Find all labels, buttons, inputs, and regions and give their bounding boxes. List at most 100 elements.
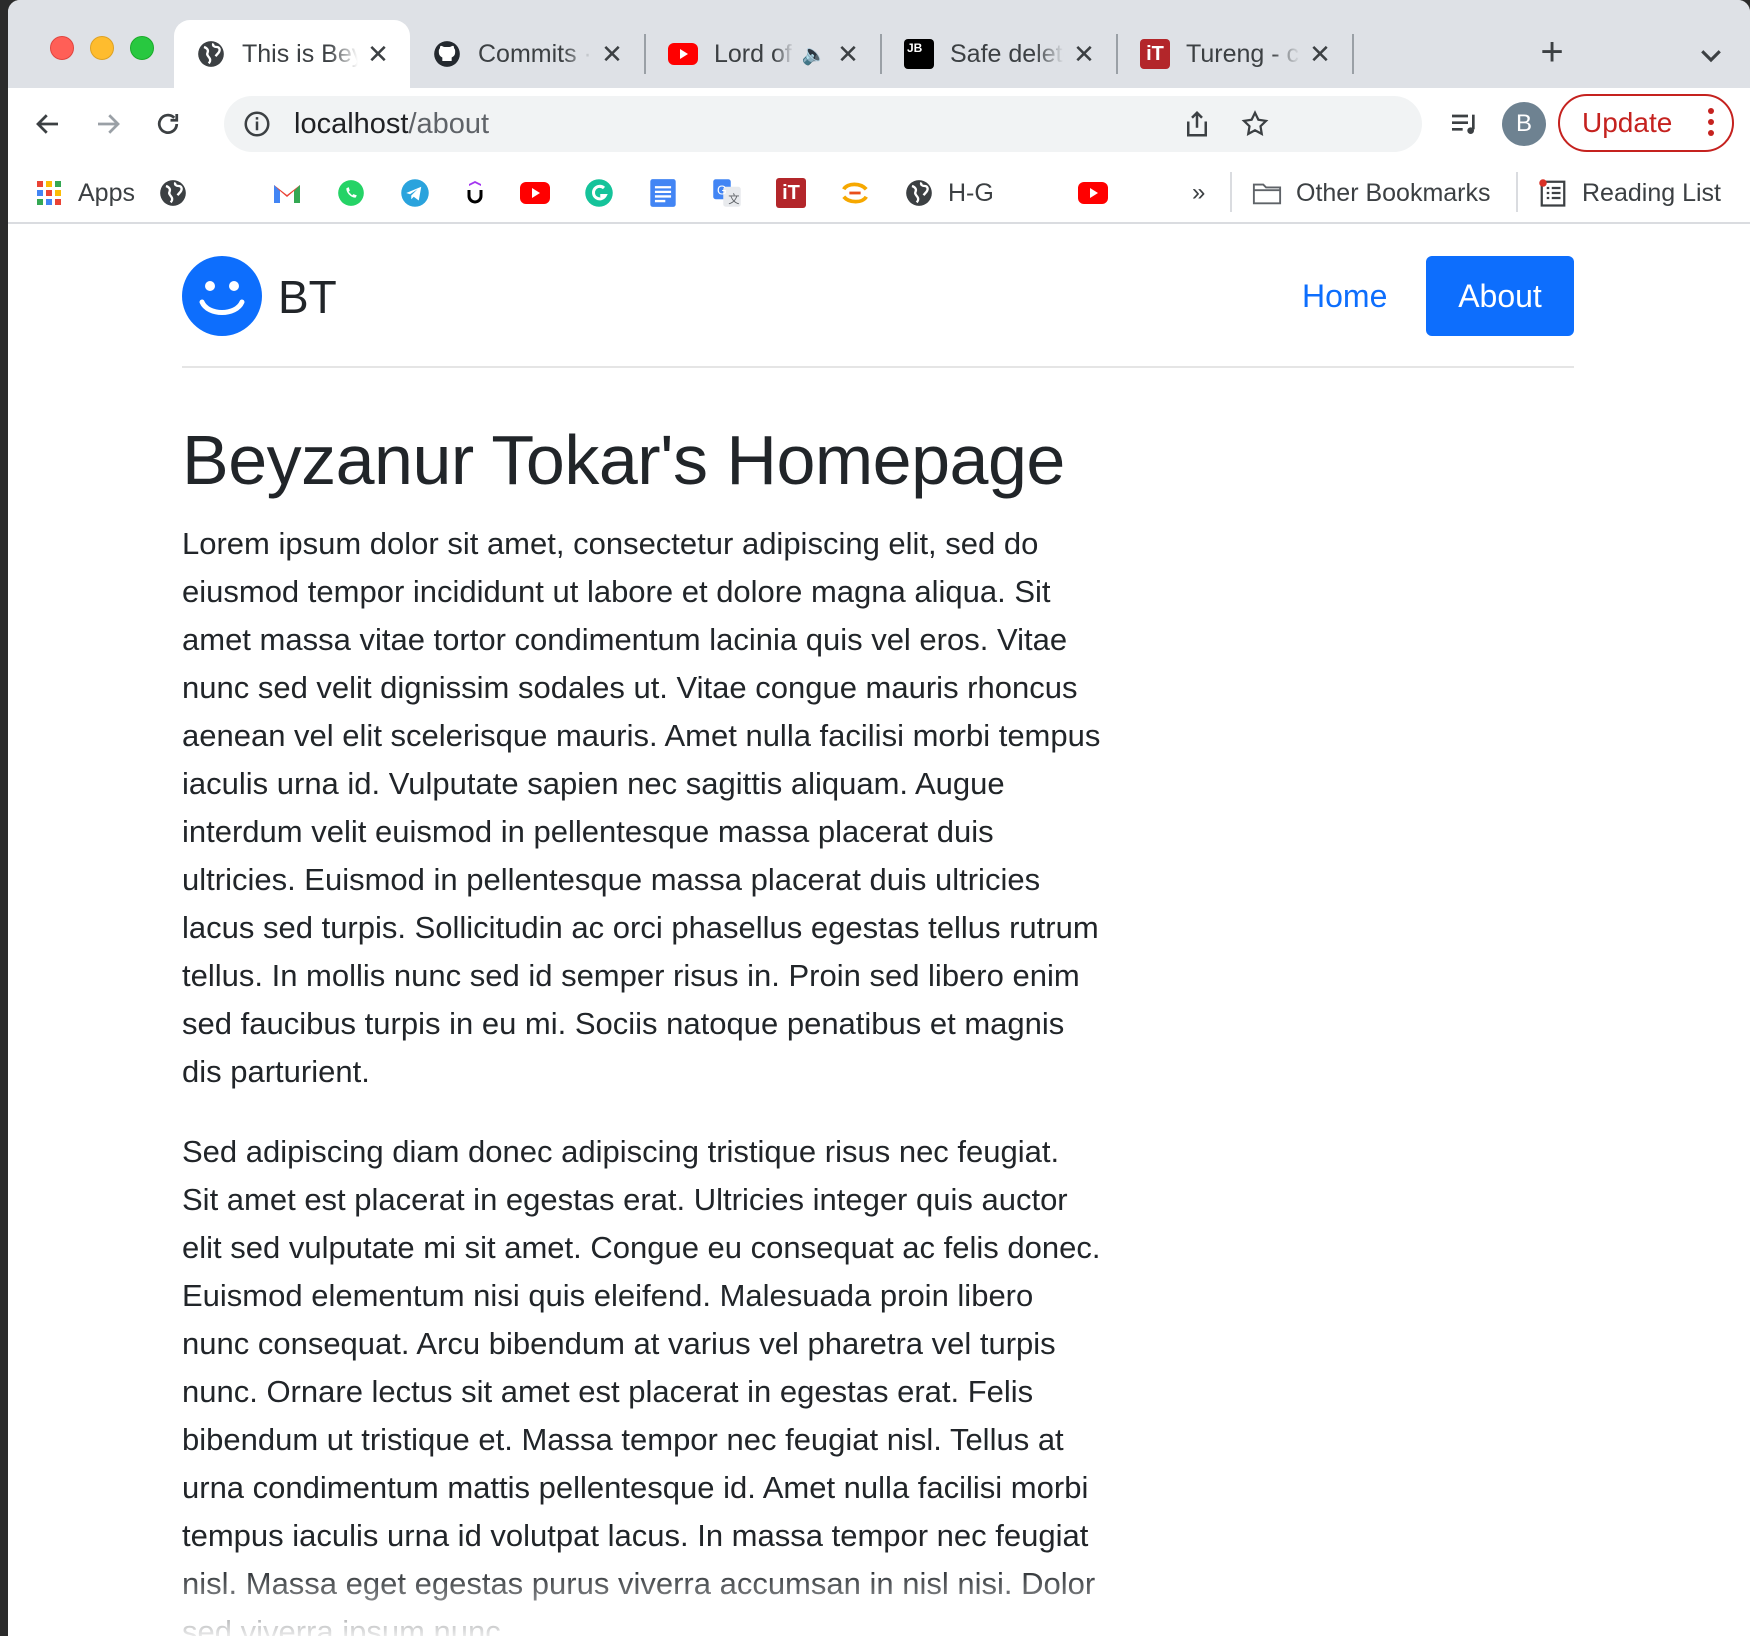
youtube-icon	[1078, 178, 1108, 208]
close-icon[interactable]: ✕	[1306, 39, 1334, 69]
url-host: localhost	[294, 107, 409, 140]
site-brand[interactable]: BT	[278, 270, 337, 324]
globe-icon	[158, 178, 188, 208]
paragraph: Lorem ipsum dolor sit amet, consectetur …	[182, 526, 1101, 1089]
bookmarks-divider	[1230, 172, 1232, 212]
bookmark-gmail[interactable]	[272, 176, 302, 210]
close-icon[interactable]: ✕	[1070, 39, 1098, 69]
bottom-fade	[8, 1566, 1750, 1636]
update-label: Update	[1582, 107, 1673, 138]
tab-homepage[interactable]: This is Beyzanur Tokar's Homepage ✕	[174, 20, 410, 88]
bookmark-globe[interactable]	[158, 176, 188, 210]
smiley-logo-icon[interactable]	[182, 256, 262, 336]
udemy-icon	[460, 178, 490, 208]
bookmark-label: Apps	[78, 178, 135, 207]
update-button[interactable]: Update	[1558, 94, 1734, 152]
swap-icon	[840, 178, 870, 208]
bookmarks-overflow-button[interactable]: »	[1192, 176, 1205, 210]
bookmark-grammarly[interactable]	[584, 176, 614, 210]
bookmark-swap[interactable]	[840, 176, 870, 210]
bookmark-label: Other Bookmarks	[1296, 178, 1491, 207]
bookmark-udemy[interactable]	[460, 176, 490, 210]
close-window-button[interactable]	[50, 36, 74, 60]
bookmark-telegram[interactable]	[400, 176, 430, 210]
window-controls	[50, 36, 154, 60]
star-icon[interactable]	[1240, 109, 1270, 139]
browser-window: This is Beyzanur Tokar's Homepage ✕ Comm…	[8, 0, 1750, 1636]
reload-icon	[157, 113, 179, 134]
tab-jetbrains[interactable]: JB Safe delete ✕	[882, 20, 1116, 88]
tab-title: Safe delete	[950, 39, 1064, 68]
bookmark-label: H-G	[948, 178, 994, 207]
tab-title: Commits · Beyzanur	[478, 39, 592, 68]
bookmarks-divider	[1516, 172, 1518, 212]
svg-text:G: G	[717, 183, 727, 197]
bookmark-hg[interactable]: H-G	[904, 176, 994, 210]
menu-dots-icon	[1708, 108, 1714, 136]
speaker-icon[interactable]: 🔈	[800, 40, 828, 68]
back-button[interactable]	[26, 102, 70, 146]
jetbrains-icon: JB	[904, 39, 934, 69]
tab-youtube[interactable]: Lord of the Rings 🔈 ✕	[646, 20, 880, 88]
telegram-icon	[400, 178, 430, 208]
bookmark-translate[interactable]: G文	[712, 176, 742, 210]
nav-about-link[interactable]: About	[1426, 256, 1574, 336]
url-path: /about	[408, 107, 490, 140]
page-title: Beyzanur Tokar's Homepage	[182, 421, 1065, 499]
chevron-down-icon[interactable]	[1696, 40, 1726, 70]
tureng-icon: iT	[776, 178, 806, 208]
tab-github[interactable]: Commits · Beyzanur ✕	[410, 20, 644, 88]
arrow-right-icon	[98, 114, 120, 134]
url-text: localhost/about	[294, 108, 489, 141]
reload-button[interactable]	[146, 102, 190, 146]
bookmark-youtube[interactable]	[520, 176, 550, 210]
arrow-left-icon	[36, 114, 58, 134]
whatsapp-icon	[336, 178, 366, 208]
new-tab-button[interactable]: +	[1532, 32, 1572, 74]
tab-title: Tureng - control	[1186, 39, 1300, 68]
tab-divider	[1352, 34, 1354, 74]
translate-icon: G文	[712, 178, 742, 208]
folder-icon	[1252, 178, 1282, 208]
youtube-icon	[668, 39, 698, 69]
profile-avatar[interactable]: B	[1502, 102, 1546, 146]
gmail-icon	[272, 178, 302, 208]
forward-button[interactable]	[86, 102, 130, 146]
maximize-window-button[interactable]	[130, 36, 154, 60]
close-icon[interactable]: ✕	[834, 39, 862, 69]
tureng-icon: iT	[1140, 39, 1170, 69]
browser-toolbar: localhost/about B Update	[8, 88, 1750, 160]
bookmark-whatsapp[interactable]	[336, 176, 366, 210]
bookmark-other[interactable]: Other Bookmarks	[1252, 176, 1491, 210]
paragraph: Sed adipiscing diam donec adipiscing tri…	[182, 1134, 1101, 1636]
bookmark-youtube-2[interactable]	[1078, 176, 1108, 210]
tab-title: Lord of the Rings	[714, 39, 794, 68]
bookmark-label: Reading List	[1582, 178, 1721, 207]
site-navbar: BT Home About	[182, 256, 1574, 368]
main-content: Beyzanur Tokar's Homepage Lorem ipsum do…	[182, 418, 1102, 1636]
info-icon[interactable]	[242, 109, 272, 139]
apps-grid-icon	[34, 178, 64, 208]
docs-icon	[648, 178, 678, 208]
bookmarks-bar: Apps G文 iT H-G » Other Bookmarks Reading…	[8, 160, 1750, 224]
reading-list-button[interactable]: Reading List	[1538, 176, 1721, 210]
tab-tureng[interactable]: iT Tureng - control ✕	[1118, 20, 1352, 88]
reading-list-icon	[1538, 178, 1568, 208]
nav-home-link[interactable]: Home	[1302, 278, 1387, 315]
bookmark-docs[interactable]	[648, 176, 678, 210]
youtube-icon	[520, 178, 550, 208]
bookmark-tureng[interactable]: iT	[776, 176, 806, 210]
address-bar[interactable]: localhost/about	[224, 96, 1422, 152]
tab-title: This is Beyzanur Tokar's Homepage	[242, 39, 358, 68]
close-icon[interactable]: ✕	[364, 39, 392, 69]
minimize-window-button[interactable]	[90, 36, 114, 60]
page-viewport: BT Home About Beyzanur Tokar's Homepage …	[8, 226, 1750, 1636]
close-icon[interactable]: ✕	[598, 39, 626, 69]
tab-strip: This is Beyzanur Tokar's Homepage ✕ Comm…	[8, 0, 1750, 88]
share-icon[interactable]	[1182, 109, 1212, 139]
bookmark-apps[interactable]: Apps	[34, 176, 135, 210]
github-icon	[432, 39, 462, 69]
media-controls-icon[interactable]	[1448, 108, 1480, 140]
globe-icon	[904, 178, 934, 208]
grammarly-icon	[584, 178, 614, 208]
